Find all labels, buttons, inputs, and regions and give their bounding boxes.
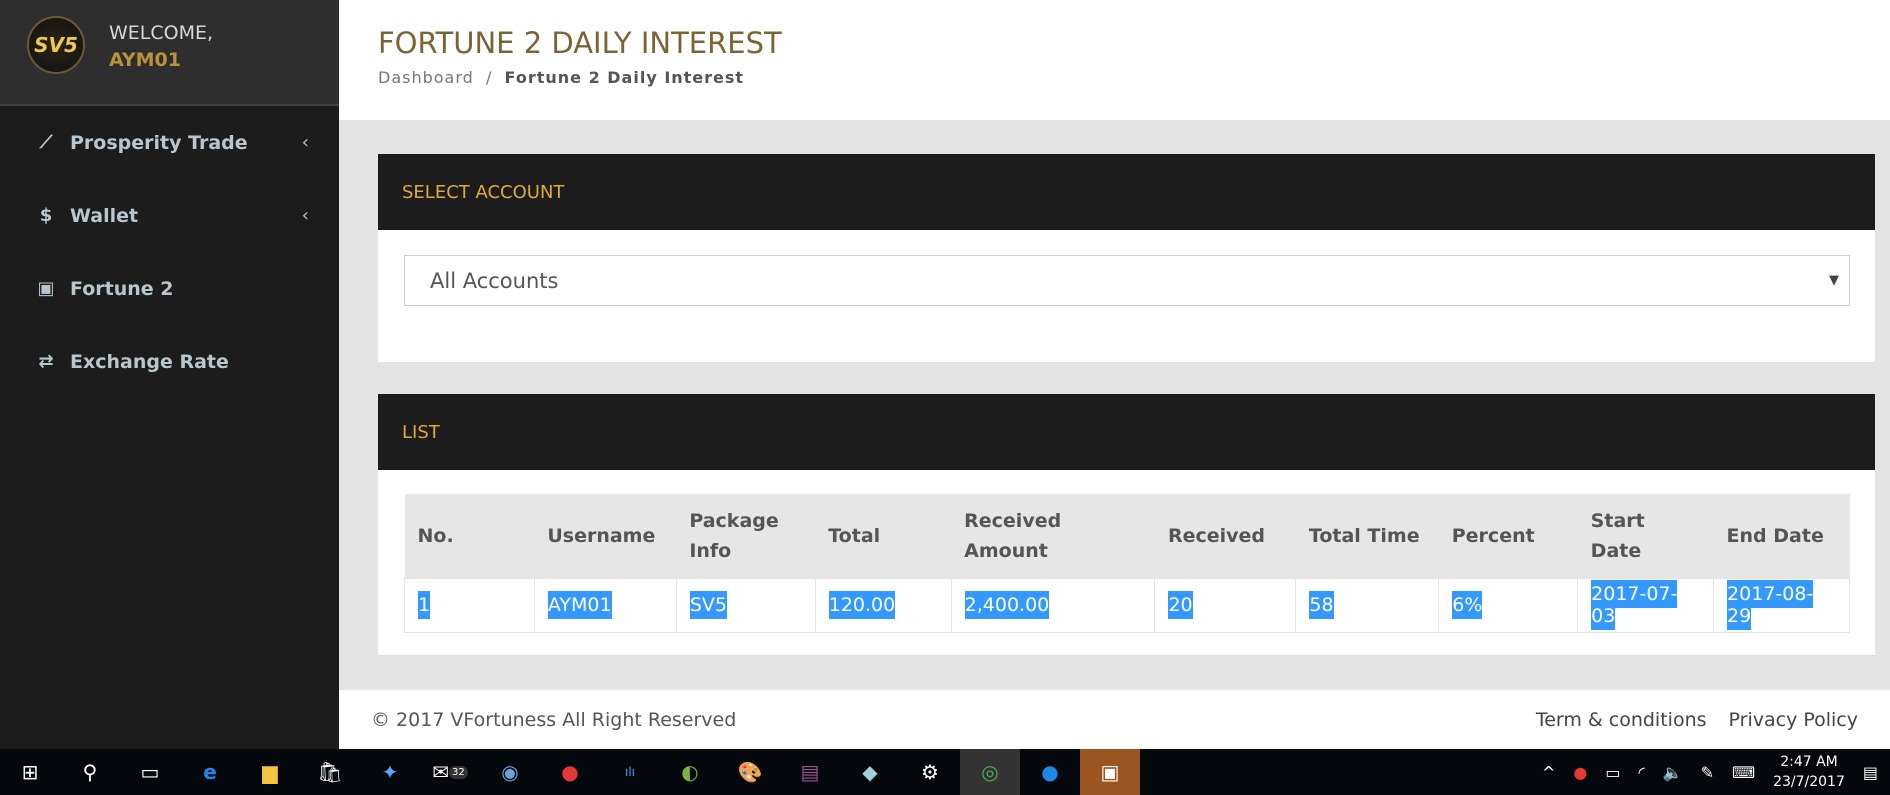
edge-icon[interactable]: e bbox=[180, 749, 240, 795]
sidebar-item-wallet[interactable]: $ Wallet ‹ bbox=[0, 179, 339, 252]
cell-username: AYM01 bbox=[547, 591, 612, 619]
gift-icon: ▣ bbox=[37, 278, 55, 299]
col-received-amount[interactable]: Received Amount bbox=[951, 494, 1155, 578]
col-username[interactable]: Username bbox=[534, 494, 677, 578]
winrar-icon[interactable]: ▤ bbox=[780, 749, 840, 795]
sidebar-item-exchange-rate[interactable]: ⇄ Exchange Rate bbox=[0, 325, 339, 398]
col-end-date[interactable]: End Date bbox=[1713, 494, 1850, 578]
copyright: © 2017 VFortuness All Right Reserved bbox=[371, 708, 737, 731]
col-package-info[interactable]: Package Info bbox=[676, 494, 816, 578]
sidebar-item-label: Prosperity Trade bbox=[70, 131, 248, 154]
col-total[interactable]: Total bbox=[815, 494, 952, 578]
caret-down-icon: ▼ bbox=[1829, 273, 1839, 288]
cell-no: 1 bbox=[418, 591, 431, 619]
cell-received-amount: 2,400.00 bbox=[964, 591, 1050, 619]
table-row: 1 AYM01 SV5 120.00 2,400.00 20 58 6% 201… bbox=[404, 577, 1850, 633]
col-start-date[interactable]: Start Date bbox=[1577, 494, 1714, 578]
app-icon[interactable]: ◐ bbox=[660, 749, 720, 795]
account-select-value: All Accounts bbox=[430, 268, 559, 293]
system-tray: ^ ● ▭ ◜ 🔈 ✎ ⌨ 2:47 AM 23/7/2017 ▤ bbox=[1542, 752, 1890, 792]
paint-icon[interactable]: 🎨 bbox=[720, 749, 780, 795]
cell-total-time: 58 bbox=[1309, 591, 1334, 619]
cell-end-date: 2017-08-29 bbox=[1727, 580, 1814, 630]
pen-icon[interactable]: ✎ bbox=[1701, 763, 1714, 782]
page-title: FORTUNE 2 DAILY INTEREST bbox=[378, 26, 782, 60]
app-icon[interactable]: ılı bbox=[600, 749, 660, 795]
search-icon[interactable]: ⚲ bbox=[60, 749, 120, 795]
clock[interactable]: 2:47 AM 23/7/2017 bbox=[1773, 752, 1845, 792]
app-icon[interactable]: ◆ bbox=[840, 749, 900, 795]
sidebar-item-label: Exchange Rate bbox=[70, 350, 229, 373]
cell-package: SV5 bbox=[689, 591, 727, 619]
page-header: FORTUNE 2 DAILY INTEREST Dashboard / For… bbox=[339, 0, 1890, 120]
app-icon[interactable]: ● bbox=[1020, 749, 1080, 795]
col-total-time[interactable]: Total Time bbox=[1295, 494, 1439, 578]
battery-icon[interactable]: ▭ bbox=[1605, 763, 1620, 782]
mega-icon[interactable]: ● bbox=[1573, 763, 1587, 782]
select-account-panel: SELECT ACCOUNT All Accounts ▼ bbox=[378, 154, 1875, 362]
windows-start-icon[interactable]: ⊞ bbox=[0, 749, 60, 795]
exchange-icon: ⇄ bbox=[38, 351, 54, 372]
panel-title: SELECT ACCOUNT bbox=[378, 154, 1875, 230]
sv5-logo: SV5 bbox=[27, 16, 85, 74]
clock-time: 2:47 AM bbox=[1780, 754, 1838, 770]
mail-icon[interactable]: ✉ 32 bbox=[420, 749, 480, 795]
cell-received: 20 bbox=[1168, 591, 1193, 619]
mail-badge: 32 bbox=[449, 765, 468, 779]
file-explorer-icon[interactable]: ▆ bbox=[240, 749, 300, 795]
volume-icon[interactable]: 🔈 bbox=[1663, 763, 1683, 782]
breadcrumb: Dashboard / Fortune 2 Daily Interest bbox=[378, 68, 744, 87]
list-panel: LIST No. Username Package Info Total Rec… bbox=[378, 394, 1875, 656]
username-label: AYM01 bbox=[109, 49, 181, 71]
chevron-left-icon: ‹ bbox=[301, 132, 309, 153]
line-chart-icon: ⟋ bbox=[39, 132, 53, 153]
sidebar-item-fortune-2[interactable]: ▣ Fortune 2 bbox=[0, 252, 339, 325]
terms-link[interactable]: Term & conditions bbox=[1536, 709, 1707, 731]
breadcrumb-current: Fortune 2 Daily Interest bbox=[504, 68, 745, 87]
app-icon[interactable]: ✦ bbox=[360, 749, 420, 795]
keyboard-icon[interactable]: ⌨ bbox=[1732, 763, 1755, 782]
welcome-label: WELCOME, bbox=[109, 22, 214, 44]
app-icon[interactable]: ▣ bbox=[1080, 749, 1140, 795]
sidebar-item-label: Wallet bbox=[70, 204, 139, 227]
app-icon[interactable]: ◉ bbox=[480, 749, 540, 795]
table-header-row: No. Username Package Info Total Received… bbox=[404, 494, 1850, 578]
panel-title: LIST bbox=[378, 394, 1875, 470]
chevron-left-icon: ‹ bbox=[301, 205, 309, 226]
breadcrumb-separator: / bbox=[485, 68, 493, 87]
sidebar-item-prosperity-trade[interactable]: ⟋ Prosperity Trade ‹ bbox=[0, 106, 339, 179]
settings-icon[interactable]: ⚙ bbox=[900, 749, 960, 795]
taskbar: ⊞ ⚲ ▭ e ▆ 🛍 ✦ ✉ 32 ◉ ● ılı ◐ 🎨 ▤ ◆ ⚙ ◎ ● … bbox=[0, 749, 1890, 795]
wifi-icon[interactable]: ◜ bbox=[1638, 763, 1644, 782]
dollar-icon: $ bbox=[39, 205, 53, 226]
app-icon[interactable]: ● bbox=[540, 749, 600, 795]
col-no[interactable]: No. bbox=[404, 494, 535, 578]
store-icon[interactable]: 🛍 bbox=[300, 749, 360, 795]
user-panel: SV5 WELCOME, AYM01 bbox=[0, 0, 339, 106]
account-select[interactable]: All Accounts ▼ bbox=[404, 255, 1850, 306]
clock-date: 23/7/2017 bbox=[1773, 774, 1845, 790]
chevron-up-icon[interactable]: ^ bbox=[1542, 763, 1555, 782]
interest-table: No. Username Package Info Total Received… bbox=[404, 494, 1850, 633]
task-view-icon[interactable]: ▭ bbox=[120, 749, 180, 795]
cell-total: 120.00 bbox=[828, 591, 896, 619]
cell-percent: 6% bbox=[1452, 591, 1483, 619]
notifications-icon[interactable]: ▤ bbox=[1863, 763, 1878, 782]
col-percent[interactable]: Percent bbox=[1438, 494, 1578, 578]
col-received[interactable]: Received bbox=[1154, 494, 1296, 578]
sidebar: SV5 WELCOME, AYM01 ⟋ Prosperity Trade ‹ … bbox=[0, 0, 339, 749]
chrome-icon[interactable]: ◎ bbox=[960, 749, 1020, 795]
footer: © 2017 VFortuness All Right Reserved Ter… bbox=[339, 690, 1890, 749]
breadcrumb-home[interactable]: Dashboard bbox=[378, 68, 474, 87]
privacy-link[interactable]: Privacy Policy bbox=[1729, 709, 1858, 731]
sidebar-item-label: Fortune 2 bbox=[70, 277, 174, 300]
cell-start-date: 2017-07-03 bbox=[1591, 580, 1678, 630]
